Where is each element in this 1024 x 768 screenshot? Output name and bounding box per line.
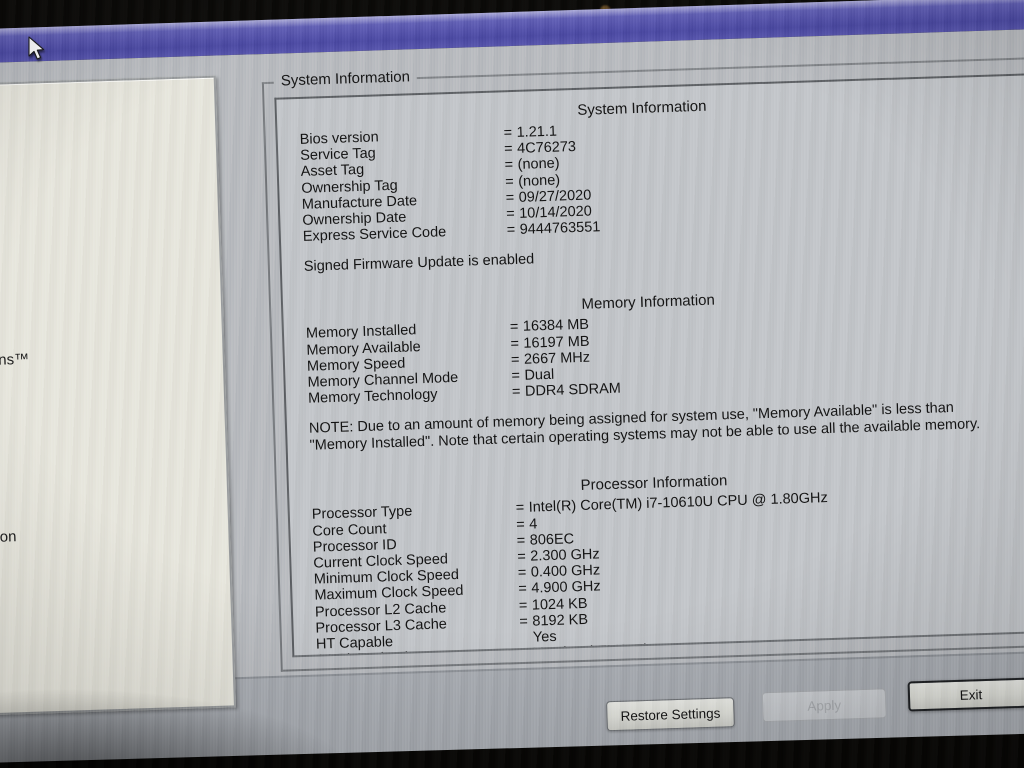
row-eq: = bbox=[516, 516, 525, 533]
sidebar-list: ns ty xtensions™ esolution bbox=[0, 78, 229, 548]
row-eq: = bbox=[509, 319, 519, 336]
row-eq: = bbox=[519, 613, 529, 630]
row-eq: = bbox=[505, 189, 515, 207]
sidebar-item-1[interactable]: ty bbox=[0, 238, 219, 262]
row-eq: = bbox=[503, 141, 513, 158]
groupbox-legend: System Information bbox=[273, 68, 418, 90]
row-eq: = bbox=[515, 500, 525, 517]
sidebar-menu[interactable]: ns ty xtensions™ esolution bbox=[0, 75, 237, 717]
row-eq: = bbox=[506, 222, 516, 239]
row-eq: = bbox=[516, 532, 526, 549]
restore-settings-button[interactable]: Restore Settings bbox=[606, 697, 735, 732]
row-eq: = bbox=[510, 335, 520, 352]
exit-label: Exit bbox=[959, 686, 983, 703]
row-eq: = bbox=[517, 548, 527, 566]
sidebar-item-0[interactable]: ns bbox=[0, 214, 219, 238]
laptop-screen-photo: ns ty xtensions™ esolution System Inform… bbox=[0, 0, 1024, 768]
sidebar-item-3[interactable]: esolution bbox=[0, 522, 229, 548]
row-eq: = bbox=[511, 383, 521, 401]
row-eq: = bbox=[511, 367, 521, 385]
exit-button[interactable]: Exit bbox=[907, 677, 1024, 712]
restore-settings-label: Restore Settings bbox=[620, 705, 721, 724]
row-eq bbox=[520, 631, 533, 647]
row-eq: = bbox=[504, 173, 514, 190]
processor-rows: Processor Type = Intel(R) Core(TM) i7-10… bbox=[304, 484, 1024, 657]
apply-label: Apply bbox=[807, 697, 842, 714]
row-eq: = bbox=[510, 351, 520, 368]
apply-button: Apply bbox=[761, 688, 887, 723]
content-panel[interactable]: System Information Bios version = 1.21.1… bbox=[274, 72, 1024, 658]
system-information-groupbox: System Information System Information Bi… bbox=[261, 55, 1024, 672]
system-rows: Bios version = 1.21.1 Service Tag = 4C76… bbox=[292, 109, 1024, 246]
row-eq: = bbox=[503, 125, 513, 142]
sidebar-item-label: xtensions™ bbox=[0, 350, 30, 371]
row-eq bbox=[520, 647, 533, 658]
row-eq: = bbox=[505, 205, 515, 223]
row-eq: = bbox=[518, 597, 528, 614]
row-eq: = bbox=[504, 157, 514, 174]
bios-screen: ns ty xtensions™ esolution System Inform… bbox=[0, 0, 1024, 768]
mouse-pointer-icon bbox=[28, 36, 45, 60]
content-inner: System Information Bios version = 1.21.1… bbox=[276, 74, 1024, 658]
row-eq: = bbox=[518, 581, 528, 598]
sidebar-item-2[interactable]: xtensions™ bbox=[0, 346, 223, 371]
sidebar-item-label: esolution bbox=[0, 528, 17, 548]
row-eq: = bbox=[517, 564, 527, 582]
